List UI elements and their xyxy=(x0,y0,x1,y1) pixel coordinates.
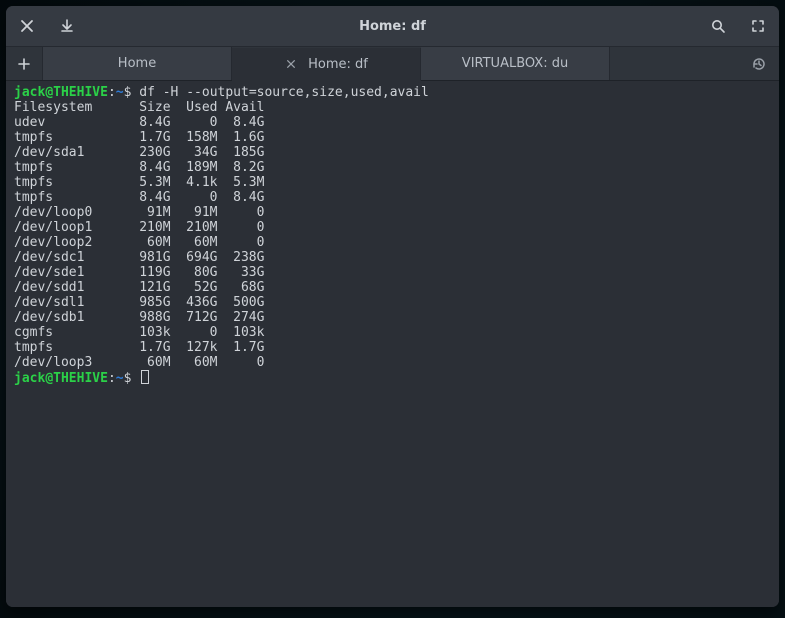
fullscreen-icon[interactable] xyxy=(745,13,771,39)
tab-home[interactable]: Home xyxy=(43,47,232,80)
search-icon[interactable] xyxy=(705,13,731,39)
history-icon[interactable] xyxy=(739,47,779,80)
tab-label: Home: df xyxy=(308,57,368,72)
tab-bar: Home Home: df VIRTUALBOX: du xyxy=(6,47,779,81)
tab-close-icon[interactable] xyxy=(284,57,298,71)
cursor xyxy=(141,370,149,384)
title-bar: Home: df xyxy=(6,6,779,47)
terminal-window: Home: df Home Home: df VIRTUALBOX: du xyxy=(6,6,779,607)
window-title: Home: df xyxy=(80,19,705,34)
tab-label: Home xyxy=(118,56,156,71)
tab-label: VIRTUALBOX: du xyxy=(462,56,568,71)
close-icon[interactable] xyxy=(14,13,40,39)
tab-home-df[interactable]: Home: df xyxy=(232,48,421,81)
new-tab-button[interactable] xyxy=(6,47,43,80)
terminal-output[interactable]: jack@THEHIVE:~$ df -H --output=source,si… xyxy=(6,81,779,607)
tab-virtualbox-du[interactable]: VIRTUALBOX: du xyxy=(421,47,610,80)
download-icon[interactable] xyxy=(54,13,80,39)
